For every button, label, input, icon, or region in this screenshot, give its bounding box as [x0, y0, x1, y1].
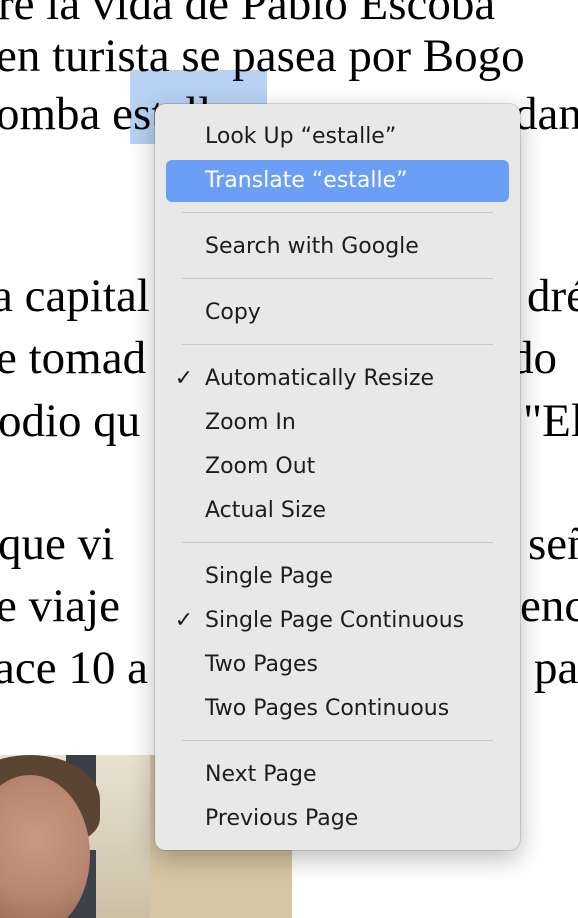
text-line: que vi	[0, 518, 115, 570]
text-line: pa	[534, 642, 578, 694]
menu-item-two-pages[interactable]: Two Pages	[166, 644, 509, 686]
context-menu: Look Up “estalle” Translate “estalle” Se…	[155, 104, 520, 850]
menu-item-label: Zoom In	[205, 410, 296, 435]
menu-item-label: Next Page	[205, 762, 317, 787]
text-line: a capital	[0, 270, 150, 322]
menu-item-look-up[interactable]: Look Up “estalle”	[166, 116, 509, 158]
menu-item-label: Single Page	[205, 564, 333, 589]
checkmark-icon: ✓	[174, 608, 194, 633]
menu-item-label: Zoom Out	[205, 454, 316, 479]
menu-item-label: Two Pages Continuous	[205, 696, 450, 721]
menu-item-label: Single Page Continuous	[205, 608, 465, 633]
text-line: odio qu	[0, 395, 141, 447]
menu-item-two-pages-continuous[interactable]: Two Pages Continuous	[166, 688, 509, 730]
text-line: ace 10 a	[0, 642, 148, 694]
menu-item-label: Translate “estalle”	[205, 168, 408, 193]
menu-separator	[182, 740, 493, 741]
text-line: en turista se pasea por Bogo	[0, 30, 525, 82]
menu-item-translate[interactable]: Translate “estalle”	[166, 160, 509, 202]
menu-item-search-with-google[interactable]: Search with Google	[166, 226, 509, 268]
menu-item-automatically-resize[interactable]: ✓ Automatically Resize	[166, 358, 509, 400]
menu-separator	[182, 278, 493, 279]
text-line: e tomad	[0, 332, 147, 384]
menu-item-label: Look Up “estalle”	[205, 124, 397, 149]
menu-separator	[182, 212, 493, 213]
text-line: "El	[523, 395, 578, 447]
menu-separator	[182, 344, 493, 345]
menu-item-single-page[interactable]: Single Page	[166, 556, 509, 598]
menu-item-label: Search with Google	[205, 234, 419, 259]
menu-item-zoom-in[interactable]: Zoom In	[166, 402, 509, 444]
menu-item-actual-size[interactable]: Actual Size	[166, 490, 509, 532]
menu-item-label: Automatically Resize	[205, 366, 435, 391]
menu-item-copy[interactable]: Copy	[166, 292, 509, 334]
menu-item-label: Previous Page	[205, 806, 359, 831]
menu-separator	[182, 542, 493, 543]
text-line: dré	[527, 270, 578, 322]
menu-item-label: Actual Size	[205, 498, 327, 523]
text-line: e viaje	[0, 580, 120, 632]
menu-item-previous-page[interactable]: Previous Page	[166, 798, 509, 840]
menu-item-zoom-out[interactable]: Zoom Out	[166, 446, 509, 488]
menu-item-label: Two Pages	[205, 652, 318, 677]
checkmark-icon: ✓	[174, 366, 194, 391]
menu-item-single-page-continuous[interactable]: ✓ Single Page Continuous	[166, 600, 509, 642]
menu-item-next-page[interactable]: Next Page	[166, 754, 509, 796]
text-line: dan	[514, 88, 578, 140]
text-line: señ	[528, 518, 578, 570]
text-line: enc	[520, 580, 578, 632]
menu-item-label: Copy	[205, 300, 261, 325]
